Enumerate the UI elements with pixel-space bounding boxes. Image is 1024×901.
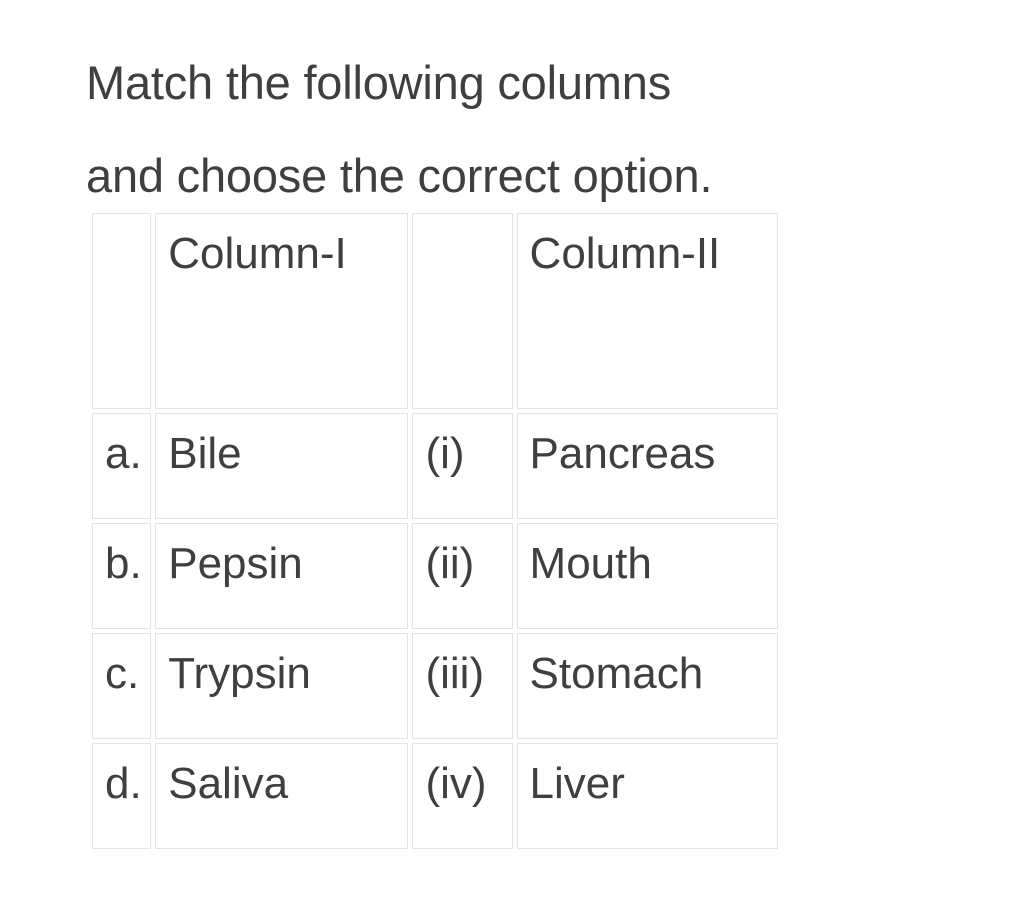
- row-key-a: a.: [92, 413, 152, 519]
- row-column-one-c: Trypsin: [155, 633, 409, 739]
- row-column-two-label: Mouth: [529, 539, 652, 588]
- row-column-two-b: Mouth: [516, 523, 778, 629]
- question-heading: Match the following columns and choose t…: [86, 56, 713, 203]
- row-column-two-label: Liver: [529, 759, 625, 808]
- header-cell-blank-left: [92, 213, 152, 409]
- row-column-two-a: Pancreas: [516, 413, 778, 519]
- match-columns-table: Column-I Column-II a. Bile (i) Pancreas …: [88, 209, 782, 853]
- row-column-two-c: Stomach: [516, 633, 778, 739]
- header-cell-blank-middle: [412, 213, 513, 409]
- row-key-b: b.: [92, 523, 152, 629]
- row-key-label: a.: [105, 429, 142, 478]
- row-key-d: d.: [92, 743, 152, 849]
- row-key-c: c.: [92, 633, 152, 739]
- row-roman-d: (iv): [412, 743, 513, 849]
- table-header-row: Column-I Column-II: [92, 213, 778, 409]
- header-label-column-two: Column-II: [529, 229, 721, 278]
- question-page: Match the following columns and choose t…: [0, 0, 1024, 901]
- row-roman-label: (ii): [425, 539, 475, 588]
- row-roman-label: (i): [425, 429, 465, 478]
- row-key-label: d.: [105, 759, 142, 808]
- table-row: c. Trypsin (iii) Stomach: [92, 633, 778, 739]
- row-column-two-d: Liver: [516, 743, 778, 849]
- row-roman-c: (iii): [412, 633, 513, 739]
- row-column-two-label: Stomach: [529, 649, 704, 698]
- row-column-one-a: Bile: [155, 413, 409, 519]
- row-column-two-label: Pancreas: [529, 429, 716, 478]
- row-roman-a: (i): [412, 413, 513, 519]
- header-cell-column-two: Column-II: [516, 213, 778, 409]
- header-cell-column-one: Column-I: [155, 213, 409, 409]
- row-key-label: b.: [105, 539, 142, 588]
- row-column-one-label: Trypsin: [168, 649, 311, 698]
- row-column-one-label: Pepsin: [168, 539, 303, 588]
- header-label-column-one: Column-I: [168, 229, 347, 278]
- row-roman-b: (ii): [412, 523, 513, 629]
- row-roman-label: (iii): [425, 649, 485, 698]
- match-columns-table-wrapper: Column-I Column-II a. Bile (i) Pancreas …: [88, 209, 782, 853]
- row-column-one-d: Saliva: [155, 743, 409, 849]
- row-roman-label: (iv): [425, 759, 487, 808]
- row-key-label: c.: [105, 649, 140, 698]
- table-row: a. Bile (i) Pancreas: [92, 413, 778, 519]
- row-column-one-b: Pepsin: [155, 523, 409, 629]
- table-row: b. Pepsin (ii) Mouth: [92, 523, 778, 629]
- table-row: d. Saliva (iv) Liver: [92, 743, 778, 849]
- row-column-one-label: Saliva: [168, 759, 289, 808]
- row-column-one-label: Bile: [168, 429, 242, 478]
